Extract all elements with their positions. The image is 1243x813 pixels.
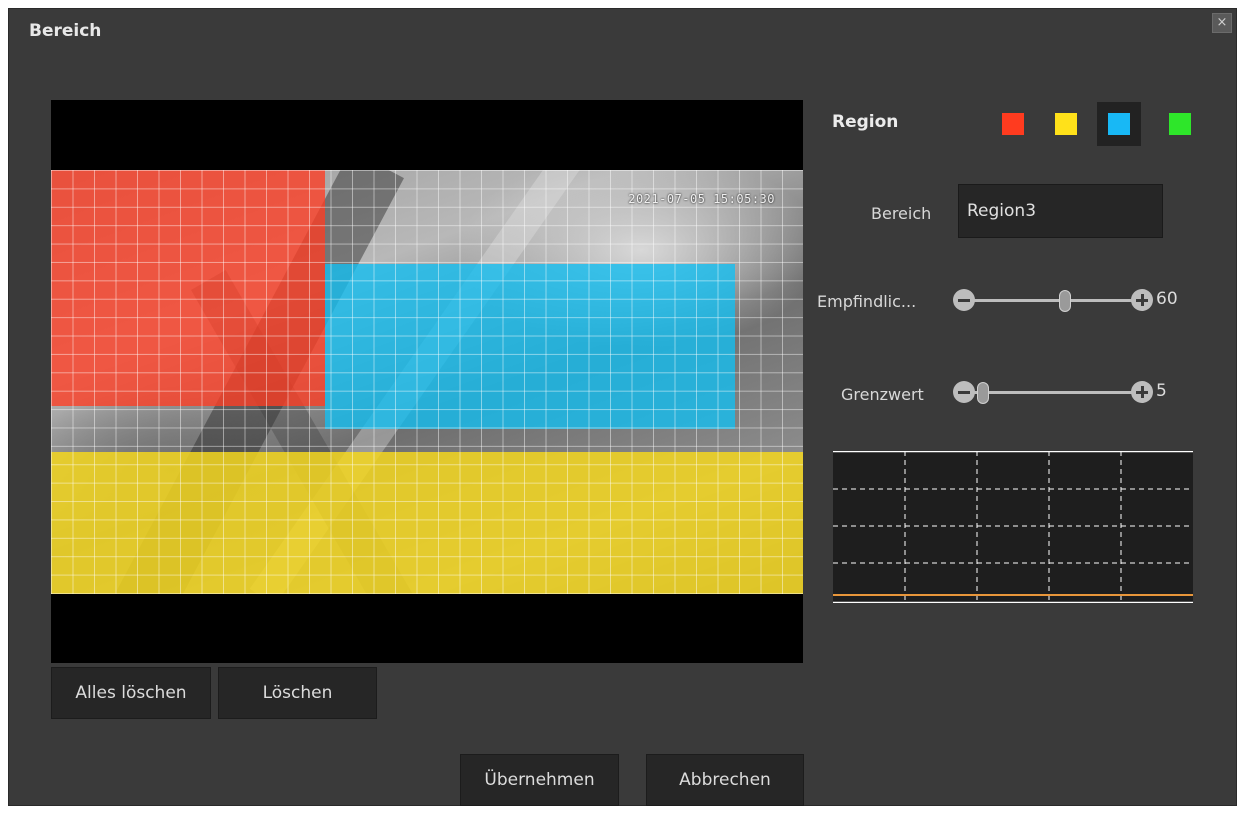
- sensitivity-minus-icon[interactable]: [953, 289, 975, 311]
- threshold-value: 5: [1156, 381, 1167, 401]
- swatch-red: [1002, 113, 1024, 135]
- dialog-title: Bereich: [29, 21, 102, 41]
- region-swatch-red[interactable]: [991, 102, 1035, 146]
- threshold-label: Grenzwert: [841, 385, 924, 404]
- region-swatch-yellow[interactable]: [1044, 102, 1088, 146]
- swatch-green: [1169, 113, 1191, 135]
- threshold-track[interactable]: [973, 391, 1133, 394]
- threshold-slider[interactable]: 5: [953, 381, 1193, 407]
- swatch-blue: [1108, 113, 1130, 135]
- camera-frame[interactable]: 2021-07-05 15:05:30: [51, 170, 803, 594]
- cancel-button[interactable]: Abbrechen: [646, 754, 804, 806]
- threshold-thumb[interactable]: [976, 382, 989, 404]
- motion-graph: [833, 451, 1193, 603]
- delete-button[interactable]: Löschen: [218, 667, 377, 719]
- region-swatch-green[interactable]: [1158, 102, 1202, 146]
- area-dialog: Bereich × 2021-07-05 15:05:30 Alles lösc…: [8, 8, 1237, 806]
- sensitivity-plus-icon[interactable]: [1131, 289, 1153, 311]
- area-label: Bereich: [871, 204, 932, 223]
- sensitivity-thumb[interactable]: [1059, 290, 1071, 312]
- region-label: Region: [832, 112, 899, 132]
- clear-all-button[interactable]: Alles löschen: [51, 667, 211, 719]
- detection-grid[interactable]: [51, 170, 803, 594]
- sensitivity-value: 60: [1156, 289, 1178, 309]
- area-name-input[interactable]: Region3: [958, 184, 1163, 238]
- close-icon[interactable]: ×: [1212, 13, 1232, 33]
- threshold-minus-icon[interactable]: [953, 381, 975, 403]
- video-preview[interactable]: 2021-07-05 15:05:30: [51, 100, 803, 663]
- swatch-yellow: [1055, 113, 1077, 135]
- threshold-plus-icon[interactable]: [1131, 381, 1153, 403]
- region-swatch-blue[interactable]: [1097, 102, 1141, 146]
- sensitivity-slider[interactable]: 60: [953, 289, 1193, 315]
- sensitivity-track[interactable]: [973, 299, 1133, 302]
- apply-button[interactable]: Übernehmen: [460, 754, 619, 806]
- video-timestamp: 2021-07-05 15:05:30: [628, 192, 775, 206]
- sensitivity-label: Empfindlic...: [817, 292, 917, 311]
